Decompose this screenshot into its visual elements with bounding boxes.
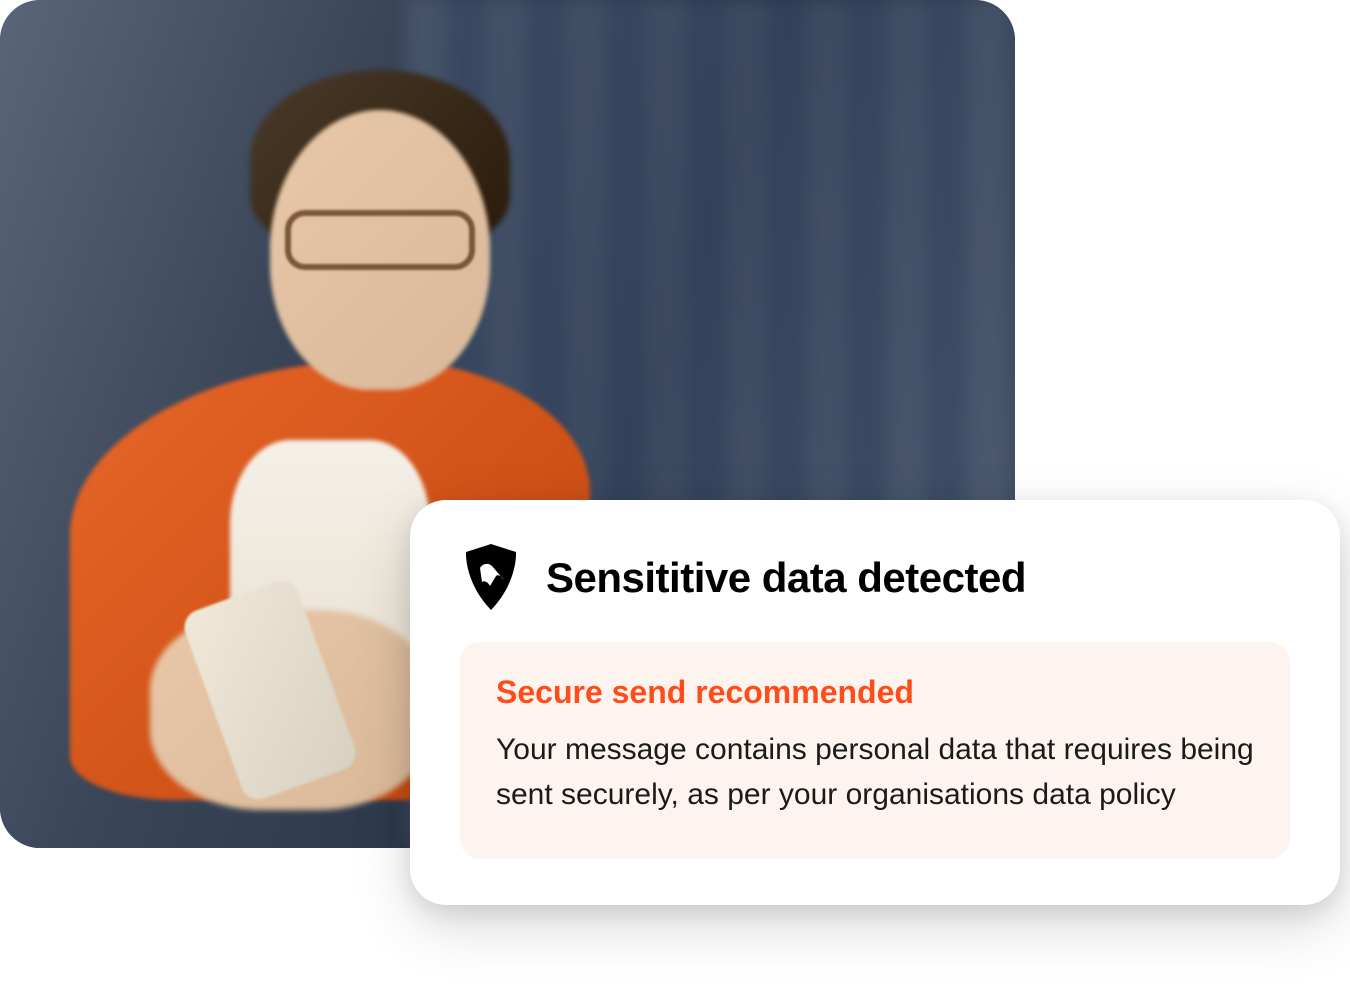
notification-title: Sensititive data detected	[546, 554, 1026, 602]
notification-card: Sensititive data detected Secure send re…	[410, 500, 1340, 905]
card-header: Sensititive data detected	[460, 542, 1290, 614]
alert-body-text: Your message contains personal data that…	[496, 727, 1254, 817]
alert-box: Secure send recommended Your message con…	[460, 642, 1290, 859]
shield-bird-icon	[460, 542, 522, 614]
alert-heading: Secure send recommended	[496, 674, 1254, 711]
